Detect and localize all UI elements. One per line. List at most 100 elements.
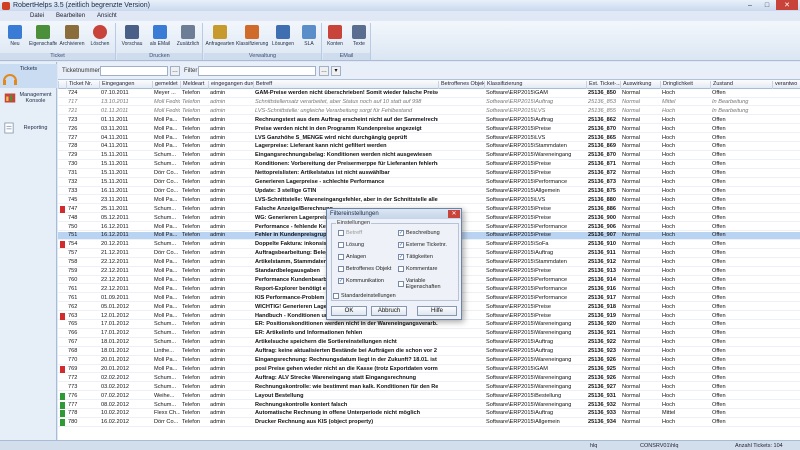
col-betreff[interactable]: Betreff	[253, 81, 438, 89]
table-row[interactable]: 723 01.11.2011 Moll Pa... Telefon admin Rechn…	[58, 117, 800, 125]
cell-nr: 731	[68, 170, 78, 177]
table-row[interactable]: 773 03.02.2012 Schum... Telefon admin Rechnun…	[58, 384, 800, 392]
checkbox-variable-eigenschaften[interactable]: Variable Eigenschaften	[398, 278, 458, 290]
table-row[interactable]: 728 04.11.2011 Moll Pa... Telefon admin Lager…	[58, 143, 800, 151]
checkbox-anlagen[interactable]: Anlagen	[338, 254, 366, 260]
table-row[interactable]: 724 07.10.2011 Meyer ... Telefon admin GAM-Pr…	[58, 90, 800, 98]
col-zustand[interactable]: Zustand	[710, 81, 772, 89]
texts-button[interactable]: Texte	[347, 25, 371, 47]
cell-by: Dörr Co...	[154, 187, 179, 194]
checkbox-tätigkeiten[interactable]: ✓ Tätigkeiten	[398, 254, 433, 260]
cell-betreff: Automatische Rechnung in offene Unterper…	[255, 410, 421, 417]
table-row[interactable]: 721 01.11.2011 Moll FedrickTelefon admin LVS…	[58, 108, 800, 116]
new-button[interactable]: Neu	[1, 25, 29, 47]
sidebar-item-tickets[interactable]: Tickets	[0, 64, 57, 88]
table-row[interactable]: 766 17.01.2012 Schum... Telefon admin ER: Art…	[58, 330, 800, 338]
email-print-button[interactable]: als EMail	[146, 25, 174, 47]
menu-ansicht[interactable]: Ansicht	[97, 13, 117, 19]
accounts-button[interactable]: Konten	[323, 25, 347, 47]
table-row[interactable]: 732 15.11.2011 Dörr Co... Telefon admin Gener…	[58, 179, 800, 187]
solutions-button[interactable]: Lösungen	[269, 25, 297, 47]
priority-flag	[60, 241, 65, 249]
table-row[interactable]: 777 08.02.2012 Schum... Telefon admin Rechnun…	[58, 401, 800, 409]
cell-zust: Offen	[712, 268, 726, 274]
checkbox-lösung[interactable]: Lösung	[338, 242, 364, 248]
filter-input[interactable]	[198, 66, 316, 76]
table-row[interactable]: 772 02.02.2012 Schum... Telefon admin Auftrag…	[58, 375, 800, 383]
table-row[interactable]: 776 07.02.2012 Weihe... Telefon admin Layout …	[58, 392, 800, 401]
col-auswirkung[interactable]: Auswirkung	[620, 81, 660, 89]
table-row[interactable]: 729 15.11.2011 Schum... Telefon admin Eingang…	[58, 152, 800, 160]
cell-nr: 721	[68, 107, 78, 114]
delete-button[interactable]: Löschen	[86, 25, 114, 47]
cell-date: 05.12.2011	[101, 214, 129, 221]
table-row[interactable]: 778 10.02.2012 Flexx Ch... Telefon admin Auto…	[58, 410, 800, 418]
cell-ausw: Normal	[622, 312, 641, 319]
table-row[interactable]: 726 03.11.2011 Moll Pa... Telefon admin Preis…	[58, 126, 800, 134]
col-dringlichkeit[interactable]: Dringlichkeit	[660, 81, 710, 89]
ticket-search-button[interactable]: …	[170, 66, 180, 76]
classifications-button[interactable]: Klassifizierungen	[236, 25, 268, 47]
preview-button[interactable]: Vorschau	[118, 25, 146, 47]
filter-options-button[interactable]: …	[319, 66, 329, 76]
checkbox-kommunikation[interactable]: ✓ Kommunikation	[338, 278, 384, 284]
close-button[interactable]: ✕	[776, 0, 798, 10]
cell-date: 04.11.2011	[101, 134, 129, 141]
request-types-button[interactable]: Anfragearten	[205, 25, 235, 47]
sla-button[interactable]: SLA	[295, 25, 323, 47]
new-icon	[8, 25, 22, 39]
col-klassifizierung[interactable]: Klassifizierung	[484, 81, 586, 89]
cell-nr: 730	[68, 161, 78, 168]
properties-icon	[36, 25, 50, 39]
status-ticket-count: Anzahl Tickets: 104	[735, 443, 783, 449]
table-row[interactable]: 733 16.11.2011 Dörr Co... Telefon admin Updat…	[58, 188, 800, 196]
col-gemeldet[interactable]: gemeldet	[152, 81, 180, 89]
col-verantwortlich[interactable]: verantwo	[772, 81, 800, 89]
table-row[interactable]: 765 17.01.2012 Schum... Telefon admin ER: Pos…	[58, 321, 800, 329]
sidebar-item-reporting[interactable]: Reporting	[0, 122, 57, 140]
dialog-close-button[interactable]: ✕	[448, 210, 460, 218]
menu-datei[interactable]: Datei	[30, 13, 44, 19]
properties-button[interactable]: Eigenschaften	[29, 25, 57, 47]
archive-button[interactable]: Archivieren	[58, 25, 86, 47]
filter-settings-button[interactable]: ▾	[331, 66, 341, 76]
additional-button[interactable]: Zusätzlich	[174, 25, 202, 47]
sidebar-item-management[interactable]: Management Konsole	[0, 92, 57, 118]
table-row[interactable]: 780 16.02.2012 Dörr Co... Telefon admin Druck…	[58, 419, 800, 427]
priority-flag	[60, 312, 65, 320]
table-row[interactable]: 745 23.11.2011 Moll Pa... Telefon admin LVS-S…	[58, 197, 800, 205]
cell-klass: Software\ERP2015\LVS	[486, 107, 546, 114]
checkbox-betroffenes-objekt[interactable]: Betroffenes Objekt	[338, 266, 391, 272]
table-row[interactable]: 770 20.01.2012 Moll Pa... Telefon admin Einga…	[58, 357, 800, 365]
col-betroffenes-objekt[interactable]: Betroffenes Objekt	[438, 81, 484, 89]
ok-button[interactable]: OK	[331, 306, 367, 316]
table-row[interactable]: 717 13.10.2011 Moll FedrickTelefon admin Sch…	[58, 99, 800, 107]
col-ext-ticket[interactable]: Ext. Ticket-...	[586, 81, 620, 89]
col-flag[interactable]	[58, 81, 66, 89]
col-meldeart[interactable]: Meldeart	[180, 81, 208, 89]
col-eingegangen-durch[interactable]: eingegangen durch	[208, 81, 253, 89]
maximize-button[interactable]: □	[759, 0, 775, 10]
standard-settings-checkbox[interactable]: Standardeinstellungen	[333, 293, 396, 299]
table-row[interactable]: 767 18.01.2012 Schum... Telefon admin Artikel…	[58, 339, 800, 347]
checkbox-externe-ticketnr-[interactable]: ✓ Externe Ticketnr.	[398, 242, 447, 248]
checkbox-beschreibung[interactable]: ✓ Beschreibung	[398, 230, 440, 236]
ticket-number-input[interactable]	[100, 66, 168, 76]
menu-bearbeiten[interactable]: Bearbeiten	[56, 13, 85, 19]
cell-dring: Hoch	[662, 250, 676, 257]
sla-icon	[302, 25, 316, 39]
checkbox-kommentare[interactable]: Kommentare	[398, 266, 438, 272]
table-row[interactable]: 769 20.01.2012 Moll Pa... Telefon admin posi …	[58, 365, 800, 374]
table-row[interactable]: 768 18.01.2012 Linthe... Telefon admin Auftra…	[58, 348, 800, 356]
minimize-button[interactable]: –	[742, 0, 758, 10]
table-row[interactable]: 730 15.11.2011 Schum... Telefon admin Konditi…	[58, 161, 800, 169]
help-button[interactable]: Hilfe	[417, 306, 457, 316]
cancel-button[interactable]: Abbruch	[371, 306, 407, 316]
col-eingegangen[interactable]: Eingegangen	[99, 81, 152, 89]
cell-date: 18.01.2012	[101, 339, 129, 346]
table-row[interactable]: 727 04.11.2011 Moll Pa... Telefon admin LVS G…	[58, 134, 800, 142]
table-row[interactable]: 731 15.11.2011 Dörr Co... Telefon admin Netto…	[58, 170, 800, 178]
col-ticket-nr[interactable]: Ticket Nr.	[66, 81, 99, 89]
cell-nr: 772	[68, 374, 78, 381]
checkbox-box: ✓	[338, 278, 344, 284]
